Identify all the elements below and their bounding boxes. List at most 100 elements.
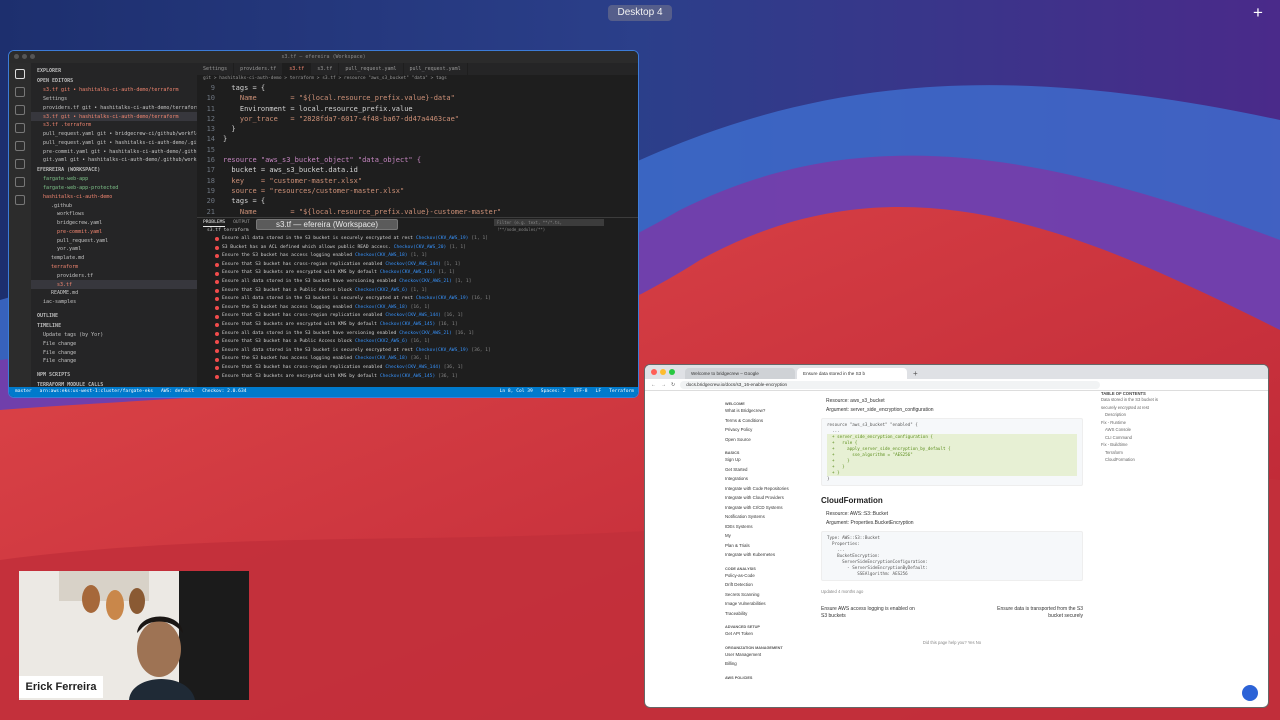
timeline-item[interactable]: File change (31, 340, 197, 349)
problem-source-link[interactable]: Checkov(CKV_AWS_19) (416, 295, 469, 304)
file-item[interactable]: yor.yaml (31, 245, 197, 254)
folder-item[interactable]: iac-samples (31, 298, 197, 307)
toc-link[interactable]: AWS Console (1101, 426, 1171, 434)
file-item[interactable]: README.md (31, 289, 197, 298)
problem-source-link[interactable]: Checkov(CKV2_AWS_6) (355, 338, 408, 347)
source-control-icon[interactable] (15, 105, 25, 115)
toc-link[interactable]: CloudFormation (1101, 456, 1171, 464)
problem-source-link[interactable]: Checkov(CKV_AWS_21) (399, 278, 452, 287)
code-line[interactable]: 11 Environment = local.resource_prefix.v… (197, 104, 638, 114)
checkov-icon[interactable] (15, 195, 25, 205)
problem-source-link[interactable]: Checkov(CKV_AWS_145) (380, 373, 435, 382)
npm-scripts-header[interactable]: NPM SCRIPTS (31, 370, 197, 380)
status-eol[interactable]: LF (596, 387, 602, 397)
nav-link[interactable]: Plan & Trials (725, 541, 815, 551)
status-encoding[interactable]: UTF-8 (574, 387, 588, 397)
nav-link[interactable]: Privacy Policy (725, 425, 815, 435)
open-editor-item[interactable]: Settings (31, 95, 197, 104)
nav-link[interactable]: Traceability (725, 609, 815, 619)
problem-item[interactable]: Ensure that S3 bucket has cross-region r… (197, 312, 638, 321)
extensions-icon[interactable] (15, 141, 25, 151)
code-line[interactable]: 13 } (197, 124, 638, 134)
open-editor-item[interactable]: git.yaml git • hashitalks-ci-auth-demo/.… (31, 156, 197, 165)
search-icon[interactable] (15, 87, 25, 97)
file-item[interactable]: template.md (31, 254, 197, 263)
problem-item[interactable]: Ensure all data stored in the S3 bucket … (197, 295, 638, 304)
problem-source-link[interactable]: Checkov(CKV_AWS_144) (385, 261, 440, 270)
address-bar[interactable]: docs.bridgecrew.io/docs/s3_16-enable-enc… (680, 380, 1101, 389)
problems-filter-input[interactable]: Filter (e.g. text, **/*.ts, !**/node_mod… (494, 219, 604, 232)
nav-link[interactable]: My (725, 531, 815, 541)
nav-link[interactable]: What is Bridgecrew? (725, 406, 815, 416)
toc-link[interactable]: Description (1101, 411, 1171, 419)
problem-item[interactable]: Ensure that S3 bucket has a Public Acces… (197, 287, 638, 296)
add-desktop-button[interactable]: + (1250, 4, 1266, 22)
debug-icon[interactable] (15, 123, 25, 133)
problem-item[interactable]: Ensure the S3 bucket has access logging … (197, 355, 638, 364)
problem-item[interactable]: Ensure all data stored in the S3 bucket … (197, 235, 638, 244)
file-item[interactable]: providers.tf (31, 272, 197, 281)
problem-item[interactable]: Ensure all data stored in the S3 bucket … (197, 347, 638, 356)
problem-source-link[interactable]: Checkov(CKV_AWS_18) (355, 355, 408, 364)
prev-page-link[interactable]: Ensure AWS access logging is enabled on … (821, 606, 921, 620)
open-editor-item[interactable]: pull_request.yaml git • bridgecrew-ci/gi… (31, 130, 197, 139)
nav-link[interactable]: Integrate with Kubernetes (725, 550, 815, 560)
problem-item[interactable]: S3 Bucket has an ACL defined which allow… (197, 244, 638, 253)
problem-source-link[interactable]: Checkov(CKV_AWS_21) (399, 330, 452, 339)
back-icon[interactable]: ← (651, 382, 656, 388)
status-branch[interactable]: master (15, 387, 32, 397)
tab-output[interactable]: OUTPUT (233, 218, 250, 227)
tab-pull-request-2[interactable]: pull_request.yaml (404, 63, 468, 75)
nav-link[interactable]: Terms & Conditions (725, 416, 815, 426)
folder-item[interactable]: hashitalks-ci-auth-demo (31, 193, 197, 202)
problem-source-link[interactable]: Checkov(CKV2_AWS_6) (355, 287, 408, 296)
toc-link[interactable]: Data stored in the S3 bucket is securely… (1101, 396, 1171, 411)
file-item[interactable]: s3.tf (31, 280, 197, 290)
tab-s3-terraform[interactable]: s3.tf (311, 63, 340, 75)
status-checkov[interactable]: Checkov: 2.0.634 (202, 387, 246, 397)
status-indent[interactable]: Spaces: 2 (541, 387, 566, 397)
code-editor[interactable]: 9 tags = {10 Name = "${local.resource_pr… (197, 83, 638, 217)
new-tab-icon[interactable]: + (909, 368, 918, 379)
nav-link[interactable]: Policy-as-Code (725, 571, 815, 581)
nav-link[interactable]: Secrets Scanning (725, 590, 815, 600)
status-aws-profile[interactable]: AWS: default (161, 387, 194, 397)
folder-item[interactable]: fargate-web-app (31, 175, 197, 184)
problem-source-link[interactable]: Checkov(CKV_AWS_18) (355, 304, 408, 313)
open-editor-item[interactable]: s3.tf .terraform (31, 121, 197, 130)
code-line[interactable]: 21 Name = "${local.resource_prefix.value… (197, 207, 638, 217)
tab-problems[interactable]: PROBLEMS (203, 218, 226, 227)
problem-source-link[interactable]: Checkov(CKV_AWS_19) (416, 235, 469, 244)
code-line[interactable]: 15 (197, 145, 638, 155)
tab-pull-request[interactable]: pull_request.yaml (339, 63, 404, 75)
docker-icon[interactable] (15, 177, 25, 187)
problem-item[interactable]: Ensure that S3 bucket has cross-region r… (197, 261, 638, 270)
problem-item[interactable]: Ensure that S3 bucket has a Public Acces… (197, 338, 638, 347)
folder-item[interactable]: workflows (31, 210, 197, 219)
nav-link[interactable]: Integrations (725, 474, 815, 484)
reload-icon[interactable]: ↻ (671, 382, 675, 388)
problem-source-link[interactable]: Checkov(CKV_AWS_145) (380, 321, 435, 330)
desktop-space-label[interactable]: Desktop 4 (608, 5, 672, 21)
outline-header[interactable]: OUTLINE (31, 311, 197, 321)
open-editor-item[interactable]: s3.tf git • hashitalks-ci-auth-demo/terr… (31, 112, 197, 122)
folder-item[interactable]: fargate-web-app-protected (31, 184, 197, 193)
browser-window-controls[interactable] (651, 369, 675, 375)
code-line[interactable]: 18 key = "customer-master.xlsx" (197, 176, 638, 186)
file-item[interactable]: pull_request.yaml (31, 237, 197, 246)
status-cursor[interactable]: Ln 8, Col 39 (500, 387, 533, 397)
problem-source-link[interactable]: Checkov(CKV_AWS_18) (355, 252, 408, 261)
nav-link[interactable]: Get API Token (725, 629, 815, 639)
code-line[interactable]: 9 tags = { (197, 83, 638, 93)
status-cluster[interactable]: arn:aws:eks:us-west-1:cluster/fargate-ek… (40, 387, 153, 397)
open-editor-item[interactable]: providers.tf git • hashitalks-ci-auth-de… (31, 104, 197, 113)
next-page-link[interactable]: Ensure data is transported from the S3 b… (983, 606, 1083, 620)
forward-icon[interactable]: → (661, 382, 666, 388)
problem-item[interactable]: Ensure that S3 buckets are encrypted wit… (197, 373, 638, 382)
explorer-icon[interactable] (15, 69, 25, 79)
folder-item[interactable]: .github (31, 201, 197, 210)
code-line[interactable]: 19 source = "resources/customer-master.x… (197, 186, 638, 196)
nav-link[interactable]: Get Started (725, 465, 815, 475)
timeline-item[interactable]: File change (31, 348, 197, 357)
problem-item[interactable]: Ensure the S3 bucket has access logging … (197, 252, 638, 261)
